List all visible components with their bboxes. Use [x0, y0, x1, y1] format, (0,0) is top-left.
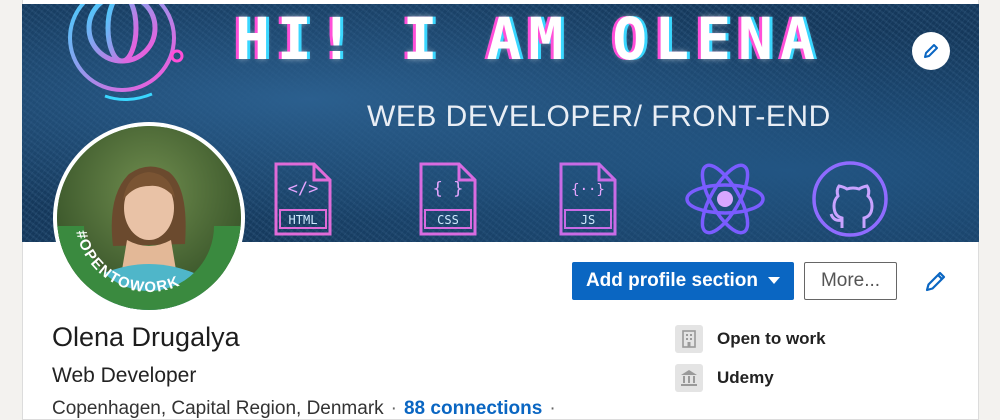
caret-down-icon [768, 277, 781, 284]
html-file-icon: </> HTML [274, 162, 332, 236]
connections-link[interactable]: 88 connections [404, 398, 542, 419]
js-file-icon: {··} JS [559, 162, 617, 236]
banner-heading: HI! I AM OLENA [235, 5, 822, 73]
globe-icon [68, 4, 184, 101]
side-item-label: Open to work [717, 329, 826, 348]
institution-icon [675, 364, 703, 392]
html-glyph: </> [288, 179, 319, 199]
avatar[interactable]: #OPENTOWORK [53, 122, 245, 314]
side-item-open-to-work[interactable]: Open to work [675, 325, 826, 353]
github-icon [812, 161, 888, 237]
pencil-icon [924, 44, 938, 58]
building-icon [675, 325, 703, 353]
avatar-photo: #OPENTOWORK [57, 126, 241, 310]
more-label: More... [820, 270, 881, 291]
location-line: Copenhagen, Capital Region, Denmark · 88 c… [52, 398, 563, 420]
profile-photo: #OPENTOWORK [57, 126, 241, 310]
css-label: CSS [437, 213, 459, 227]
react-icon [685, 163, 765, 235]
profile-location: Copenhagen, Capital Region, Denmark [52, 398, 384, 419]
profile-name: Olena Drugalya [52, 322, 240, 352]
css-file-icon: { } CSS [419, 162, 477, 236]
css-glyph: { } [433, 179, 464, 199]
profile-headline: Web Developer [52, 364, 197, 387]
js-label: JS [581, 213, 595, 227]
side-item-udemy[interactable]: Udemy [675, 364, 774, 392]
add-profile-section-button[interactable]: Add profile section [572, 262, 794, 300]
more-button[interactable]: More... [804, 262, 897, 300]
separator-dot: · [549, 398, 556, 419]
edit-cover-button[interactable] [912, 32, 950, 70]
banner-subheading: WEB DEVELOPER/ FRONT-END [367, 100, 831, 133]
add-profile-section-label: Add profile section [585, 270, 759, 291]
pencil-icon [925, 271, 946, 292]
side-item-label: Udemy [717, 368, 774, 387]
html-label: HTML [289, 213, 318, 227]
js-glyph: {··} [571, 182, 605, 198]
edit-intro-button[interactable] [921, 266, 951, 296]
separator-dot: · [390, 398, 397, 419]
